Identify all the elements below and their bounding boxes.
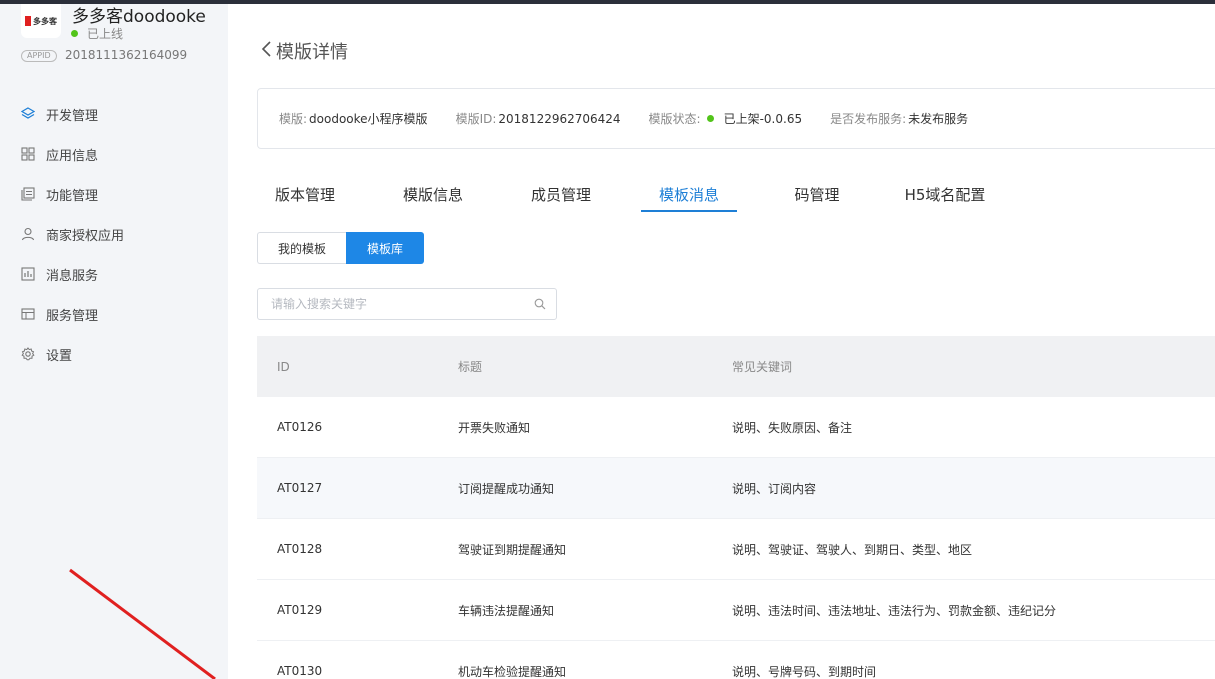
sidebar: 多多客 多多客doodooke 已上线 APPID 20181113621640…	[0, 4, 228, 679]
detail-tabs: 版本管理 模版信息 成员管理 模板消息 码管理 H5域名配置	[257, 174, 999, 212]
cell-id: AT0126	[277, 420, 323, 434]
column-header-keywords: 常见关键词	[732, 360, 793, 374]
sidebar-item-dev-management[interactable]: 开发管理	[0, 94, 228, 134]
publish-service-value: 未发布服务	[908, 112, 969, 126]
cell-title: 车辆违法提醒通知	[458, 603, 555, 618]
tab-code-management[interactable]: 码管理	[769, 174, 865, 212]
table-row[interactable]: AT0126 开票失败通知 说明、失败原因、备注	[257, 397, 1215, 458]
sidebar-item-service-management[interactable]: 服务管理	[0, 294, 228, 334]
chevron-left-icon	[260, 39, 272, 63]
column-header-id: ID	[277, 359, 290, 374]
cell-title: 开票失败通知	[458, 420, 531, 435]
tab-version-management[interactable]: 版本管理	[257, 174, 353, 212]
template-library-table: ID 标题 常见关键词 AT0126 开票失败通知 说明、失败原因、备注 AT0…	[257, 336, 1215, 679]
grid-icon	[21, 147, 35, 161]
logo-mark-icon	[25, 16, 31, 26]
template-info-card: 模版: doodooke小程序模版 模版ID: 2018122962706424…	[257, 88, 1215, 149]
status-dot-icon	[706, 115, 714, 122]
sidebar-item-label: 开发管理	[46, 108, 99, 124]
tab-member-management[interactable]: 成员管理	[513, 174, 609, 212]
template-name-field: 模版: doodooke小程序模版	[279, 110, 428, 127]
document-icon	[21, 187, 35, 201]
cell-title: 订阅提醒成功通知	[458, 481, 555, 496]
search-box	[257, 288, 557, 320]
user-icon	[21, 227, 35, 241]
tab-template-info[interactable]: 模版信息	[385, 174, 481, 212]
cell-id: AT0128	[277, 542, 323, 556]
table-row[interactable]: AT0128 驾驶证到期提醒通知 说明、驾驶证、驾驶人、到期日、类型、地区	[257, 519, 1215, 580]
table-icon	[21, 307, 35, 321]
app-name: 多多客doodooke	[72, 7, 206, 27]
app-status: 已上线	[71, 25, 123, 42]
template-status-value: 已上架-0.0.65	[723, 112, 803, 126]
table-row[interactable]: AT0130 机动车检验提醒通知 说明、号牌号码、到期时间	[257, 641, 1215, 679]
cell-title: 机动车检验提醒通知	[458, 664, 567, 679]
template-id-field: 模版ID: 2018122962706424	[456, 110, 621, 127]
template-name-label: 模版:	[279, 112, 308, 126]
app-logo: 多多客	[21, 4, 61, 38]
gear-icon	[21, 347, 35, 361]
logo-text: 多多客	[33, 16, 57, 26]
sidebar-item-message-service[interactable]: 消息服务	[0, 254, 228, 294]
sidebar-item-merchant-auth[interactable]: 商家授权应用	[0, 214, 228, 254]
cell-keywords: 说明、违法时间、违法地址、违法行为、罚款金额、违纪记分	[732, 603, 1057, 618]
sidebar-item-settings[interactable]: 设置	[0, 334, 228, 374]
template-status-label: 模版状态:	[648, 112, 701, 126]
cell-title: 驾驶证到期提醒通知	[458, 542, 567, 557]
sidebar-nav: 开发管理 应用信息 功能管理 商家授权应用 消息服务 服务管理 设置	[0, 94, 228, 374]
cell-keywords: 说明、号牌号码、到期时间	[732, 664, 877, 679]
column-header-title: 标题	[458, 360, 483, 374]
sidebar-item-label: 功能管理	[46, 188, 99, 204]
template-library-button[interactable]: 模板库	[346, 232, 424, 264]
sidebar-item-feature-management[interactable]: 功能管理	[0, 174, 228, 214]
cell-id: AT0130	[277, 664, 323, 678]
publish-service-label: 是否发布服务:	[830, 112, 907, 126]
tab-template-messages[interactable]: 模板消息	[641, 174, 737, 212]
chart-icon	[21, 267, 35, 281]
sidebar-item-label: 应用信息	[46, 148, 99, 164]
search-icon[interactable]	[534, 295, 546, 314]
cell-id: AT0127	[277, 481, 323, 495]
table-header: ID 标题 常见关键词	[257, 336, 1215, 397]
publish-service-field: 是否发布服务: 未发布服务	[830, 110, 968, 127]
my-templates-button[interactable]: 我的模板	[257, 232, 346, 264]
template-id-label: 模版ID:	[455, 112, 497, 126]
page-title: 模版详情	[276, 42, 348, 63]
sidebar-item-label: 消息服务	[46, 268, 99, 284]
template-source-toggle: 我的模板 模板库	[257, 232, 424, 264]
appid-value: 2018111362164099	[65, 48, 188, 62]
template-name-value: doodooke小程序模版	[309, 112, 428, 126]
app-status-text: 已上线	[87, 27, 124, 41]
layers-icon	[21, 107, 35, 121]
table-row[interactable]: AT0129 车辆违法提醒通知 说明、违法时间、违法地址、违法行为、罚款金额、违…	[257, 580, 1215, 641]
tab-h5-domain-config[interactable]: H5域名配置	[891, 174, 999, 212]
sidebar-item-label: 设置	[46, 348, 73, 364]
online-status-dot-icon	[71, 30, 78, 37]
sidebar-item-label: 商家授权应用	[46, 228, 125, 244]
cell-keywords: 说明、订阅内容	[732, 481, 817, 496]
search-input[interactable]	[271, 297, 534, 311]
table-row[interactable]: AT0127 订阅提醒成功通知 说明、订阅内容	[257, 458, 1215, 519]
cell-keywords: 说明、驾驶证、驾驶人、到期日、类型、地区	[732, 542, 973, 557]
appid-badge: APPID	[21, 50, 57, 62]
cell-keywords: 说明、失败原因、备注	[732, 420, 853, 435]
sidebar-item-app-info[interactable]: 应用信息	[0, 134, 228, 174]
main-content: 模版详情 模版: doodooke小程序模版 模版ID: 20181229627…	[228, 4, 1215, 679]
template-status-field: 模版状态: 已上架-0.0.65	[649, 110, 803, 127]
back-to-templates[interactable]: 模版详情	[260, 38, 348, 64]
sidebar-item-label: 服务管理	[46, 308, 99, 324]
template-id-value: 2018122962706424	[498, 111, 621, 126]
cell-id: AT0129	[277, 603, 323, 617]
